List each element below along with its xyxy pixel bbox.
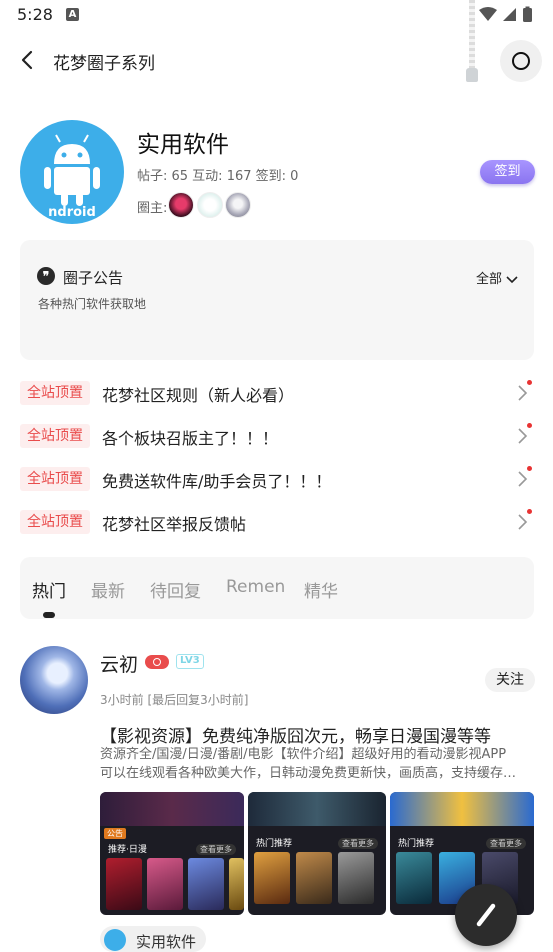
screenshot-more: 查看更多 bbox=[338, 838, 378, 849]
author-avatar[interactable] bbox=[20, 646, 88, 714]
pin-title: 花梦社区规则（新人必看） bbox=[102, 386, 295, 405]
tab-awaiting-reply[interactable]: 待回复 bbox=[150, 577, 201, 602]
pull-cord-handle[interactable] bbox=[466, 68, 478, 82]
more-circle-button[interactable] bbox=[500, 40, 542, 82]
svg-text:ndroid: ndroid bbox=[48, 205, 96, 220]
pinned-post[interactable]: 全站顶置 免费送软件库/助手会员了！！！ bbox=[20, 465, 535, 495]
post-screenshot[interactable]: 热门推荐 查看更多 bbox=[248, 792, 386, 915]
signin-button[interactable]: 签到 bbox=[480, 160, 535, 184]
tab-remen[interactable]: Remen bbox=[226, 577, 285, 597]
quote-icon: ❞ bbox=[37, 267, 55, 285]
post-time: 3小时前 [最后回复3小时前] bbox=[100, 693, 249, 707]
pinned-post[interactable]: 全站顶置 花梦社区举报反馈帖 bbox=[20, 508, 535, 538]
page-title: 花梦圈子系列 bbox=[53, 54, 155, 74]
post-body[interactable]: 资源齐全/国漫/日漫/番剧/电影【软件介绍】超级好用的看动漫影视APP 可以在线… bbox=[100, 745, 534, 783]
chevron-right-icon bbox=[518, 428, 528, 444]
tab-latest[interactable]: 最新 bbox=[91, 577, 125, 602]
pin-tag: 全站顶置 bbox=[20, 381, 90, 405]
notification-a-icon: A bbox=[66, 8, 79, 21]
chevron-right-icon bbox=[518, 385, 528, 401]
tab-bar: 热门 最新 待回复 Remen 精华 bbox=[20, 557, 534, 619]
pinned-post[interactable]: 全站顶置 各个板块召版主了！！！ bbox=[20, 422, 535, 452]
unread-dot bbox=[527, 466, 532, 471]
pin-title: 免费送软件库/助手会员了！！！ bbox=[102, 472, 332, 491]
owner-avatar[interactable] bbox=[197, 192, 223, 218]
badge-icon bbox=[145, 655, 169, 669]
unread-dot bbox=[527, 509, 532, 514]
post-body-line: 可以在线观看各种欧美大作，日韩动漫免费更新快，画质高，支持缓存… bbox=[100, 766, 517, 781]
author-name[interactable]: 云初 bbox=[100, 650, 138, 677]
circle-chip[interactable]: 实用软件 bbox=[100, 926, 206, 952]
post-body-line: 资源齐全/国漫/日漫/番剧/电影【软件介绍】超级好用的看动漫影视APP bbox=[100, 747, 507, 762]
status-time: 5:28 bbox=[17, 5, 53, 24]
pen-icon bbox=[476, 903, 496, 927]
pinned-post[interactable]: 全站顶置 花梦社区规则（新人必看） bbox=[20, 379, 535, 409]
screenshot-category: 热门推荐 bbox=[398, 839, 435, 849]
unread-dot bbox=[527, 380, 532, 385]
pin-tag: 全站顶置 bbox=[20, 467, 90, 491]
battery-icon bbox=[523, 8, 532, 22]
follow-button[interactable]: 关注 bbox=[485, 668, 535, 692]
chevron-left-icon bbox=[21, 50, 33, 70]
status-icons bbox=[478, 6, 542, 28]
wifi-icon bbox=[479, 7, 497, 21]
screenshot-more: 查看更多 bbox=[196, 844, 236, 855]
screenshot-category: 推荐·日漫 bbox=[108, 845, 147, 855]
pin-title: 花梦社区举报反馈帖 bbox=[102, 515, 247, 534]
level-badge: LV3 bbox=[176, 654, 204, 669]
chevron-right-icon bbox=[518, 514, 528, 530]
compose-button[interactable] bbox=[455, 884, 517, 946]
pin-tag: 全站顶置 bbox=[20, 510, 90, 534]
android-logo-icon: ndroid bbox=[44, 134, 100, 220]
circle-chip-label: 实用软件 bbox=[136, 933, 197, 951]
post-title[interactable]: 【影视资源】免费纯净版囧次元，畅享日漫国漫等等 bbox=[100, 722, 534, 747]
notice-tag: 公告 bbox=[104, 828, 126, 839]
chevron-down-icon bbox=[506, 275, 518, 283]
owner-avatar[interactable] bbox=[168, 192, 194, 218]
chevron-right-icon bbox=[518, 471, 528, 487]
circle-stats: 帖子: 65 互动: 167 签到: 0 bbox=[137, 169, 299, 184]
circle-name: 实用软件 bbox=[137, 132, 229, 158]
screenshot-category: 热门推荐 bbox=[256, 839, 293, 849]
signal-icon bbox=[503, 8, 516, 21]
screenshot-more: 查看更多 bbox=[486, 838, 526, 849]
tab-featured[interactable]: 精华 bbox=[304, 577, 338, 602]
filter-label: 全部 bbox=[476, 272, 503, 287]
tab-hot[interactable]: 热门 bbox=[32, 577, 66, 602]
owner-avatar[interactable] bbox=[225, 192, 251, 218]
back-button[interactable] bbox=[14, 46, 42, 74]
pin-title: 各个板块召版主了！！！ bbox=[102, 429, 279, 448]
circle-avatar: ndroid bbox=[20, 120, 124, 224]
announcement-title: 圈子公告 bbox=[63, 269, 124, 287]
announcement-card: ❞ 圈子公告 全部 各种热门软件获取地 bbox=[20, 240, 534, 360]
owner-label: 圈主: bbox=[137, 201, 168, 216]
android-logo-icon bbox=[104, 929, 126, 951]
announcement-filter[interactable]: 全部 bbox=[476, 268, 518, 287]
tab-indicator bbox=[43, 612, 55, 618]
pin-tag: 全站顶置 bbox=[20, 424, 90, 448]
pull-cord-decoration bbox=[469, 0, 475, 70]
post-screenshot[interactable]: 公告 推荐·日漫 查看更多 bbox=[100, 792, 244, 915]
announcement-text: 各种热门软件获取地 bbox=[38, 297, 147, 311]
unread-dot bbox=[527, 423, 532, 428]
circle-icon bbox=[512, 52, 530, 70]
